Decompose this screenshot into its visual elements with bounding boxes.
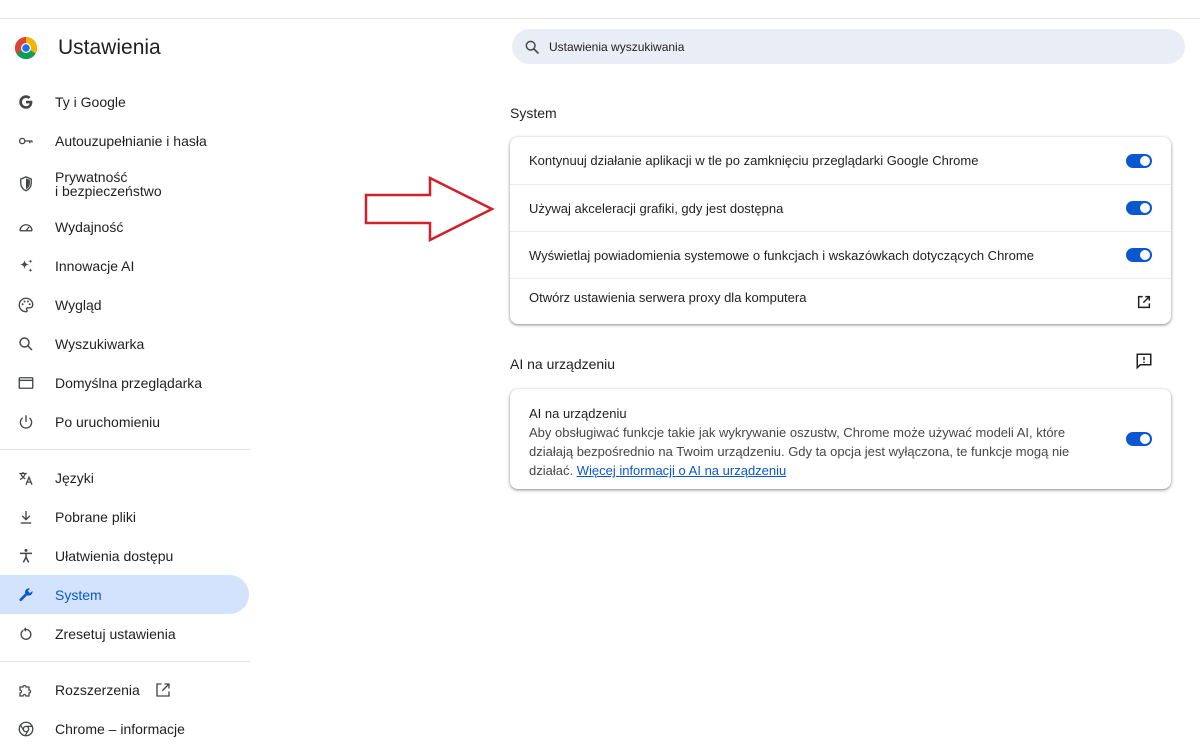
key-icon	[17, 132, 35, 150]
system-settings-card: Kontynuuj działanie aplikacji w tle po z…	[510, 137, 1171, 324]
sidebar-item-label: Domyślna przeglądarka	[55, 374, 203, 391]
puzzle-icon	[17, 681, 35, 699]
sidebar-item-accessibility[interactable]: Ułatwienia dostępu	[0, 536, 250, 575]
sidebar-item-autofill[interactable]: Autouzupełnianie i hasła	[0, 121, 250, 160]
sidebar-divider	[0, 449, 250, 450]
browser-window-icon	[17, 374, 35, 392]
translate-icon	[17, 469, 35, 487]
power-icon	[17, 413, 35, 431]
sidebar-item-label: Po uruchomieniu	[55, 413, 161, 430]
download-icon	[17, 508, 35, 526]
settings-header: Ustawienia	[14, 34, 161, 62]
background-apps-toggle[interactable]	[1126, 153, 1152, 168]
setting-description: Aby obsługiwać funkcje takie jak wykrywa…	[529, 423, 1094, 480]
section-title-ai: AI na urządzeniu	[510, 356, 616, 372]
setting-label: Kontynuuj działanie aplikacji w tle po z…	[529, 153, 979, 168]
setting-label: AI na urządzeniu	[529, 406, 627, 421]
settings-search-bar[interactable]	[512, 29, 1185, 64]
search-icon	[17, 335, 35, 353]
hardware-acceleration-toggle[interactable]	[1126, 201, 1152, 215]
sidebar-item-performance[interactable]: Wydajność	[0, 207, 250, 246]
sidebar-item-downloads[interactable]: Pobrane pliki	[0, 497, 250, 536]
sidebar-item-label: Wydajność	[55, 218, 124, 235]
sidebar-item-label: Ułatwienia dostępu	[55, 547, 174, 564]
sidebar-item-about-chrome[interactable]: Chrome – informacje	[0, 709, 250, 748]
reset-icon	[17, 625, 35, 643]
feedback-icon[interactable]	[1135, 352, 1153, 370]
chrome-logo-icon	[15, 37, 37, 59]
sidebar-item-label: Rozszerzenia	[55, 681, 140, 698]
sidebar-item-label: Zresetuj ustawienia	[55, 625, 176, 642]
learn-more-link[interactable]: Więcej informacji o AI na urządzeniu	[577, 463, 787, 478]
system-notifications-toggle[interactable]	[1126, 248, 1152, 262]
setting-row-background-apps[interactable]: Kontynuuj działanie aplikacji w tle po z…	[510, 137, 1171, 184]
palette-icon	[17, 296, 35, 314]
setting-row-hardware-acceleration[interactable]: Używaj akceleracji grafiki, gdy jest dos…	[510, 184, 1171, 231]
page-title: Ustawienia	[58, 36, 161, 59]
sidebar-item-appearance[interactable]: Wygląd	[0, 285, 250, 324]
sidebar-item-languages[interactable]: Języki	[0, 458, 250, 497]
chrome-icon	[17, 720, 35, 738]
sidebar-item-system[interactable]: System	[0, 575, 249, 614]
sidebar-item-label: Autouzupełnianie i hasła	[55, 132, 207, 149]
sidebar-item-privacy[interactable]: Prywatność i bezpieczeństwo	[0, 160, 250, 207]
sidebar-item-label: Ty i Google	[55, 93, 126, 110]
sidebar-item-reset-settings[interactable]: Zresetuj ustawienia	[0, 614, 250, 653]
search-icon	[525, 40, 539, 54]
sidebar-item-label: Języki	[55, 469, 94, 486]
sidebar-item-on-startup[interactable]: Po uruchomieniu	[0, 402, 250, 441]
ai-settings-card: AI na urządzeniu Aby obsługiwać funkcje …	[510, 389, 1171, 489]
setting-row-on-device-ai[interactable]: AI na urządzeniu Aby obsługiwać funkcje …	[510, 389, 1171, 493]
sidebar-item-label: Innowacje AI	[55, 257, 135, 274]
sidebar-item-ai-innovations[interactable]: Innowacje AI	[0, 246, 250, 285]
sidebar-item-label: Wyszukiwarka	[55, 335, 145, 352]
sidebar-item-label: Prywatność i bezpieczeństwo	[55, 168, 162, 199]
sidebar-item-label: System	[55, 586, 102, 603]
wrench-icon	[17, 586, 35, 604]
sidebar-item-search-engine[interactable]: Wyszukiwarka	[0, 324, 250, 363]
sidebar-item-default-browser[interactable]: Domyślna przeglądarka	[0, 363, 250, 402]
setting-row-proxy[interactable]: Otwórz ustawienia serwera proxy dla komp…	[510, 278, 1171, 324]
setting-label: Otwórz ustawienia serwera proxy dla komp…	[529, 290, 807, 305]
sidebar-item-extensions[interactable]: Rozszerzenia	[0, 670, 250, 709]
open-in-new-icon	[156, 682, 170, 697]
speedometer-icon	[17, 218, 35, 236]
shield-icon	[17, 175, 35, 193]
sidebar-item-label: Pobrane pliki	[55, 508, 136, 525]
section-title-system: System	[510, 105, 557, 121]
annotation-arrow	[364, 176, 495, 242]
search-input[interactable]	[549, 39, 1149, 54]
sidebar-divider	[0, 661, 250, 662]
settings-sidebar: Ty i Google Autouzupełnianie i hasła Pry…	[0, 82, 250, 748]
google-g-icon	[17, 93, 35, 111]
sidebar-item-label: Wygląd	[55, 296, 102, 313]
top-divider	[0, 18, 1200, 19]
on-device-ai-toggle[interactable]	[1126, 432, 1152, 446]
open-in-new-icon[interactable]	[1136, 294, 1152, 310]
sidebar-item-label: Chrome – informacje	[55, 720, 185, 737]
setting-label: Wyświetlaj powiadomienia systemowe o fun…	[529, 247, 1034, 263]
accessibility-icon	[17, 547, 35, 565]
setting-label: Używaj akceleracji grafiki, gdy jest dos…	[529, 200, 784, 216]
setting-row-system-notifications[interactable]: Wyświetlaj powiadomienia systemowe o fun…	[510, 231, 1171, 278]
sidebar-item-you-and-google[interactable]: Ty i Google	[0, 82, 250, 121]
sparkle-icon	[17, 257, 35, 275]
